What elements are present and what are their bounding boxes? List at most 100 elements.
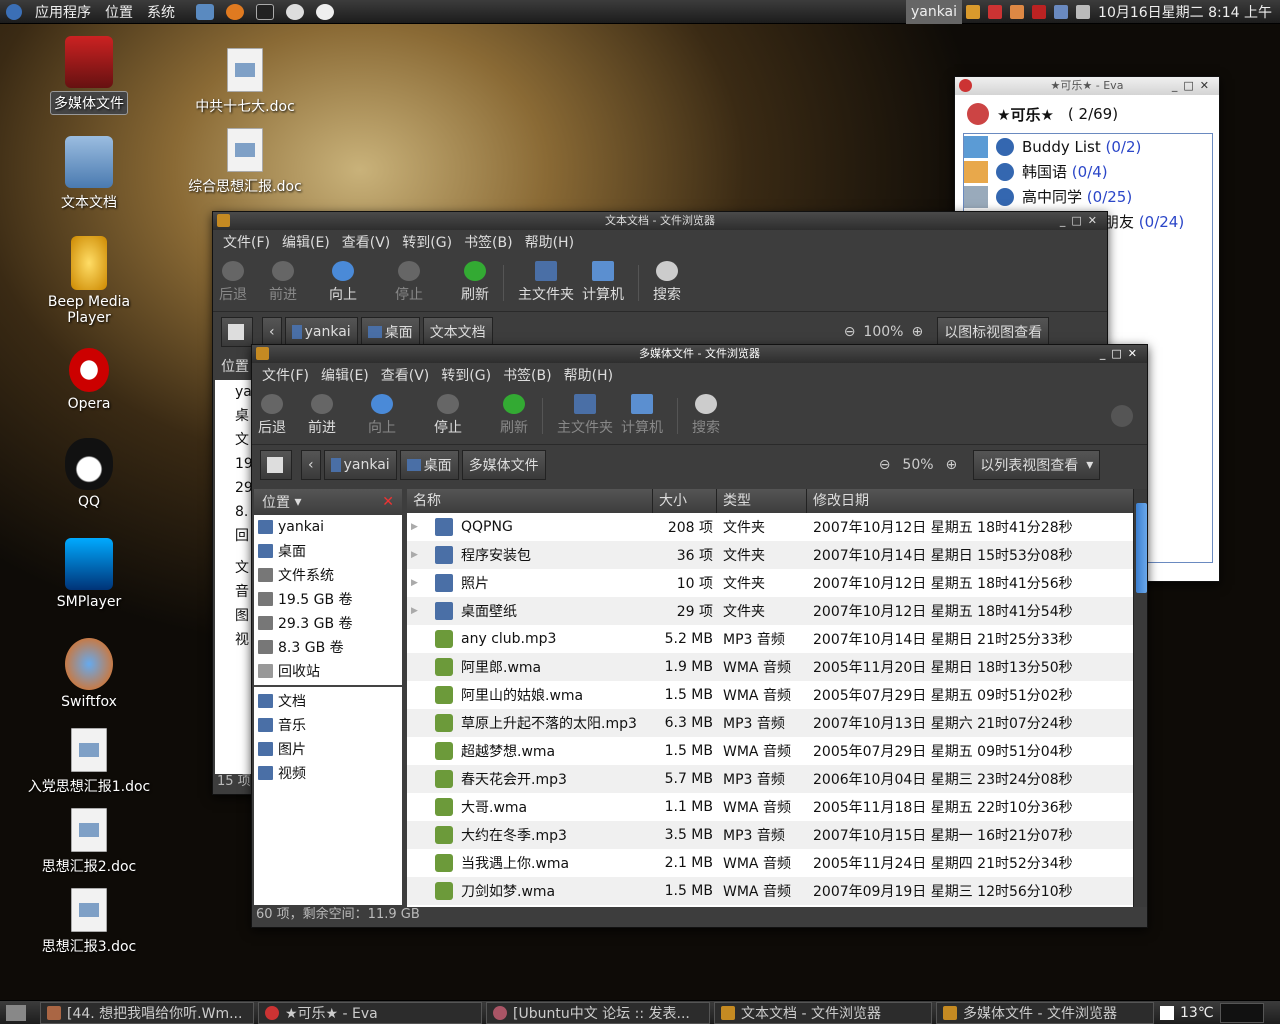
table-row[interactable]: 草原上升起不落的太阳.mp3 6.3 MB MP3 音频 2007年10月13日 星期… [407, 709, 1133, 737]
network-monitor-icon[interactable] [988, 5, 1003, 19]
menu-view[interactable]: 查看(V) [336, 232, 397, 252]
table-row[interactable]: 刀剑如梦.wma 1.5 MB WMA 音频 2007年09月19日 星期三 12时5… [407, 877, 1133, 905]
buddy-group[interactable]: Buddy List (0/2) [964, 134, 1212, 159]
expander-arrow-icon[interactable]: ▶ [411, 522, 419, 532]
sidebar-item-volume-3[interactable]: 8.3 GB 卷 [254, 635, 402, 659]
task-text-docs[interactable]: 文本文档 - 文件浏览器 [714, 1001, 932, 1024]
desktop-icon-doc-17da[interactable]: 中共十七大.doc [170, 48, 320, 117]
menu-edit[interactable]: 编辑(E) [315, 365, 375, 385]
table-row[interactable]: ▶ 照片 10 项文件夹 2007年10月12日 星期五 18时41分56秒 [407, 569, 1133, 597]
clock[interactable]: 10月16日星期二 8:14 上午 [1094, 2, 1280, 22]
table-row[interactable]: ▶ 程序安装包 36 项文件夹 2007年10月14日 星期日 15时53分08秒 [407, 541, 1133, 569]
menu-file[interactable]: 文件(F) [217, 232, 276, 252]
sidebar-item-volume-1[interactable]: 19.5 GB 卷 [254, 587, 402, 611]
forward-button[interactable]: 前进 [269, 261, 297, 304]
menu-bookmarks[interactable]: 书签(B) [497, 365, 558, 385]
ubuntu-logo-icon[interactable] [6, 3, 22, 20]
sidebar-item-filesystem[interactable]: 文件系统 [254, 563, 402, 587]
view-select[interactable]: 以图标视图查看 [937, 317, 1050, 347]
desktop-icon-beep[interactable]: Beep Media Player [14, 236, 164, 327]
window-controls[interactable]: _□✕ [1100, 345, 1143, 363]
menu-go[interactable]: 转到(G) [396, 232, 458, 252]
desktop-icon-text-docs[interactable]: 文本文档 [14, 136, 164, 213]
desktop-icon-multimedia[interactable]: 多媒体文件 [14, 36, 164, 115]
column-name[interactable]: 名称 [407, 489, 653, 513]
expander-arrow-icon[interactable]: ▶ [411, 550, 419, 560]
eva-titlebar[interactable]: ★可乐★ - Eva _□✕ [955, 77, 1219, 95]
sidebar-item-volume-2[interactable]: 29.3 GB 卷 [254, 611, 402, 635]
vertical-scrollbar[interactable] [1133, 489, 1147, 907]
buddy-group[interactable]: 韩国语 (0/4) [964, 159, 1212, 184]
breadcrumb-prev-button[interactable]: ‹ [262, 317, 282, 347]
desktop-icon-swiftfox[interactable]: Swiftfox [14, 638, 164, 711]
eva-profile[interactable]: ★可乐★ ( 2/69) [955, 95, 1219, 133]
table-row[interactable]: 超越梦想.wma 1.5 MB WMA 音频 2005年07月29日 星期五 09时5… [407, 737, 1133, 765]
menu-go[interactable]: 转到(G) [435, 365, 497, 385]
column-date[interactable]: 修改日期 [807, 489, 1133, 513]
task-browser[interactable]: [Ubuntu中文 论坛 :: 发表... [486, 1001, 710, 1024]
titlebar[interactable]: 多媒体文件 - 文件浏览器 _□✕ [252, 345, 1147, 363]
task-eva[interactable]: ★可乐★ - Eva [258, 1001, 482, 1024]
table-row[interactable]: ▶ QQPNG 208 项文件夹 2007年10月12日 星期五 18时41分28秒 [407, 513, 1133, 541]
desktop-icon-smplayer[interactable]: SMPlayer [14, 538, 164, 611]
sidebar-item-home[interactable]: yankai [254, 515, 402, 539]
scim-icon[interactable] [1032, 5, 1047, 19]
zoom-in-icon[interactable]: ⊕ [946, 457, 958, 473]
computer-button[interactable]: 计算机 [582, 261, 624, 304]
help-launcher-icon[interactable] [286, 3, 304, 20]
desktop-icon-doc1[interactable]: 入党思想汇报1.doc [14, 728, 164, 797]
sidebar-item-trash[interactable]: 回收站 [254, 659, 402, 683]
terminal-launcher-icon[interactable] [256, 3, 274, 20]
desktop-icon-doc3[interactable]: 思想汇报3.doc [14, 888, 164, 957]
display-icon[interactable] [1054, 5, 1069, 19]
search-button[interactable]: 搜索 [653, 261, 681, 304]
back-button[interactable]: 后退 [219, 261, 247, 304]
expander-arrow-icon[interactable]: ▶ [411, 606, 419, 616]
show-desktop-icon[interactable] [6, 1004, 26, 1021]
forward-button[interactable]: 前进 [308, 394, 336, 437]
back-button[interactable]: 后退 [258, 394, 286, 437]
scrollbar-thumb[interactable] [1136, 503, 1147, 593]
column-type[interactable]: 类型 [717, 489, 807, 513]
desktop-icon-qq[interactable]: QQ [14, 438, 164, 511]
image-viewer-launcher-icon[interactable] [196, 3, 214, 20]
sidebar-header[interactable]: 位置 ▾ ✕ [254, 489, 402, 515]
task-music-player[interactable]: [44. 想把我唱给你听.Wm... [40, 1001, 254, 1024]
window-controls[interactable]: _□✕ [1172, 77, 1215, 95]
firefox-launcher-icon[interactable] [226, 3, 244, 20]
desktop-icon-doc-summary[interactable]: 综合思想汇报.doc [170, 128, 320, 197]
system-menu[interactable]: 系统 [140, 2, 182, 22]
toggle-location-button[interactable] [260, 450, 292, 480]
computer-button[interactable]: 计算机 [621, 394, 663, 437]
breadcrumb-prev-button[interactable]: ‹ [301, 450, 321, 480]
window-controls[interactable]: _□✕ [1060, 212, 1103, 230]
sidebar-item-documents[interactable]: 文档 [254, 689, 402, 713]
refresh-button[interactable]: 刷新 [461, 261, 489, 304]
menu-file[interactable]: 文件(F) [256, 365, 315, 385]
user-status-icon[interactable] [1010, 5, 1025, 19]
desktop-icon-opera[interactable]: Opera [14, 348, 164, 413]
table-row[interactable]: ▶ 桌面壁纸 29 项文件夹 2007年10月12日 星期五 18时41分54秒 [407, 597, 1133, 625]
buddy-group[interactable]: 高中同学 (0/25) [964, 184, 1212, 209]
breadcrumb-yankai[interactable]: yankai [284, 317, 358, 347]
user-switcher[interactable]: yankai [905, 0, 963, 24]
applications-menu[interactable]: 应用程序 [28, 2, 98, 22]
titlebar[interactable]: 文本文档 - 文件浏览器 _□✕ [213, 212, 1107, 230]
search-button[interactable]: 搜索 [692, 394, 720, 437]
breadcrumb-desktop[interactable]: 桌面 [399, 450, 459, 480]
expander-arrow-icon[interactable]: ▶ [411, 578, 419, 588]
column-size[interactable]: 大小 [653, 489, 717, 513]
weather-icon[interactable] [1160, 1005, 1174, 1020]
zoom-out-icon[interactable]: ⊖ [879, 457, 891, 473]
table-row[interactable]: 阿里山的姑娘.wma 1.5 MB WMA 音频 2005年07月29日 星期五 09… [407, 681, 1133, 709]
menu-edit[interactable]: 编辑(E) [276, 232, 336, 252]
table-row[interactable]: 大哥.wma 1.1 MB WMA 音频 2005年11月18日 星期五 22时10分… [407, 793, 1133, 821]
sidebar-item-music[interactable]: 音乐 [254, 713, 402, 737]
breadcrumb-text-docs[interactable]: 文本文档 [422, 317, 493, 347]
breadcrumb-multimedia[interactable]: 多媒体文件 [461, 450, 546, 480]
task-multimedia[interactable]: 多媒体文件 - 文件浏览器 [936, 1001, 1154, 1024]
toggle-location-button[interactable] [221, 317, 253, 347]
places-menu[interactable]: 位置 [98, 2, 140, 22]
breadcrumb-yankai[interactable]: yankai [323, 450, 397, 480]
input-method-icon[interactable] [966, 5, 981, 19]
